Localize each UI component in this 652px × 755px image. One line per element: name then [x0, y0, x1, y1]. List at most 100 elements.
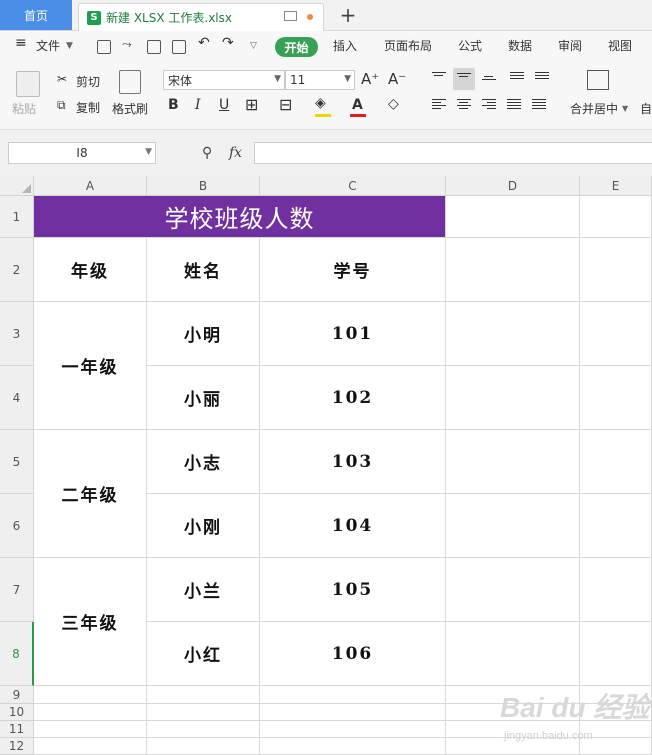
row-header-12[interactable]: 12 — [0, 738, 34, 755]
row-header-1[interactable]: 1 — [0, 196, 34, 238]
border-icon[interactable]: ⊞ — [245, 95, 258, 114]
print-preview-icon[interactable] — [172, 40, 186, 54]
row-header-10[interactable]: 10 — [0, 704, 34, 721]
align-bottom-icon[interactable] — [482, 76, 496, 88]
cell-e3[interactable] — [580, 302, 652, 366]
quick-access-more-icon[interactable]: ▽ — [250, 41, 257, 51]
name-cell[interactable]: 小丽 — [147, 366, 260, 430]
name-cell[interactable]: 小刚 — [147, 494, 260, 558]
empty-cell[interactable] — [147, 704, 260, 721]
tab-data[interactable]: 数据 — [508, 37, 532, 54]
id-cell[interactable]: 103 — [260, 430, 446, 494]
document-tab[interactable]: S 新建 XLSX 工作表.xlsx — [78, 3, 324, 31]
copy-icon[interactable]: ⧉ — [57, 98, 66, 113]
auto-wrap-button[interactable]: 自 — [640, 100, 652, 117]
cell-e5[interactable] — [580, 430, 652, 494]
row-header-11[interactable]: 11 — [0, 721, 34, 738]
id-cell[interactable]: 106 — [260, 622, 446, 686]
home-tab[interactable]: 首页 — [0, 0, 72, 30]
clear-format-icon[interactable]: ◇ — [388, 96, 399, 112]
name-box[interactable]: I8 ▼ — [8, 142, 156, 164]
empty-cell[interactable] — [147, 686, 260, 704]
name-cell[interactable]: 小明 — [147, 302, 260, 366]
underline-button[interactable]: U — [219, 97, 229, 113]
format-painter-icon[interactable] — [119, 70, 141, 94]
hamburger-icon[interactable]: ≡ — [15, 35, 27, 51]
italic-button[interactable]: I — [195, 97, 201, 113]
redo-icon[interactable]: ↷ — [222, 35, 234, 51]
empty-cell[interactable] — [34, 704, 147, 721]
conditional-format-icon[interactable]: ⊟ — [279, 95, 292, 114]
cell-d1[interactable] — [446, 196, 580, 238]
bold-button[interactable]: B — [168, 97, 179, 113]
cell-d5[interactable] — [446, 430, 580, 494]
shrink-font-button[interactable]: A⁻ — [388, 70, 406, 88]
cell-e7[interactable] — [580, 558, 652, 622]
font-size-select[interactable]: 11 ▼ — [285, 70, 355, 90]
row-header-4[interactable]: 4 — [0, 366, 34, 430]
fill-color-icon[interactable]: ◈ — [315, 95, 326, 111]
id-cell[interactable]: 102 — [260, 366, 446, 430]
name-cell[interactable]: 小红 — [147, 622, 260, 686]
row-header-5[interactable]: 5 — [0, 430, 34, 494]
cell-e4[interactable] — [580, 366, 652, 430]
row-header-7[interactable]: 7 — [0, 558, 34, 622]
cut-button[interactable]: 剪切 — [76, 73, 100, 90]
save-icon[interactable] — [97, 40, 111, 54]
tab-start[interactable]: 开始 — [275, 37, 318, 57]
tab-view[interactable]: 视图 — [608, 37, 632, 54]
formula-input[interactable] — [254, 142, 652, 164]
align-left-icon[interactable] — [432, 99, 446, 111]
cell-e8[interactable] — [580, 622, 652, 686]
tab-formulas[interactable]: 公式 — [458, 37, 482, 54]
cell-d8[interactable] — [446, 622, 580, 686]
row-header-8[interactable]: 8 — [0, 622, 34, 686]
new-tab-button[interactable]: + — [336, 3, 360, 27]
cell-d6[interactable] — [446, 494, 580, 558]
menu-file[interactable]: 文件 — [36, 37, 60, 54]
header-name[interactable]: 姓名 — [147, 238, 260, 302]
row-header-6[interactable]: 6 — [0, 494, 34, 558]
grade-cell[interactable]: 一年级 — [34, 302, 147, 430]
empty-cell[interactable] — [260, 738, 446, 755]
chevron-down-icon[interactable]: ▼ — [622, 104, 628, 113]
font-color-icon[interactable]: A — [352, 97, 363, 113]
cell-e6[interactable] — [580, 494, 652, 558]
empty-cell[interactable] — [260, 686, 446, 704]
function-fx-icon[interactable]: fx — [229, 145, 242, 161]
scissors-icon[interactable]: ✂ — [57, 72, 67, 86]
id-cell[interactable]: 104 — [260, 494, 446, 558]
merge-cells-icon[interactable] — [587, 70, 609, 90]
monitor-icon[interactable] — [284, 11, 297, 21]
empty-cell[interactable] — [34, 686, 147, 704]
font-name-select[interactable]: 宋体 ▼ — [163, 70, 285, 90]
empty-cell[interactable] — [147, 721, 260, 738]
cell-e2[interactable] — [580, 238, 652, 302]
cell-d2[interactable] — [446, 238, 580, 302]
column-header-c[interactable]: C — [260, 176, 446, 196]
header-grade[interactable]: 年级 — [34, 238, 147, 302]
select-all-corner[interactable] — [0, 176, 34, 196]
id-cell[interactable]: 101 — [260, 302, 446, 366]
grade-cell[interactable]: 二年级 — [34, 430, 147, 558]
row-header-2[interactable]: 2 — [0, 238, 34, 302]
grade-cell[interactable]: 三年级 — [34, 558, 147, 686]
empty-cell[interactable] — [260, 704, 446, 721]
title-cell[interactable]: 学校班级人数 — [34, 196, 446, 238]
print-icon[interactable] — [147, 40, 161, 54]
cell-d3[interactable] — [446, 302, 580, 366]
empty-cell[interactable] — [34, 721, 147, 738]
align-center-icon[interactable] — [457, 99, 471, 111]
empty-cell[interactable] — [147, 738, 260, 755]
zoom-search-icon[interactable]: ⚲ — [202, 145, 212, 161]
copy-button[interactable]: 复制 — [76, 99, 100, 116]
paste-button[interactable]: 粘贴 — [12, 100, 36, 117]
undo-icon[interactable]: ↶ — [198, 35, 210, 51]
row-header-9[interactable]: 9 — [0, 686, 34, 704]
name-cell[interactable]: 小兰 — [147, 558, 260, 622]
empty-cell[interactable] — [34, 738, 147, 755]
chevron-down-icon[interactable]: ▼ — [66, 41, 73, 51]
increase-indent-icon[interactable] — [535, 72, 549, 84]
tab-review[interactable]: 审阅 — [558, 37, 582, 54]
grow-font-button[interactable]: A⁺ — [361, 70, 379, 88]
